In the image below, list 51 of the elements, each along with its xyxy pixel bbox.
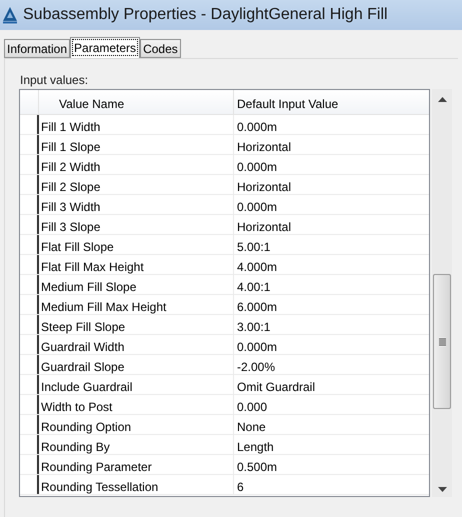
table-cell: Guardrail Slope bbox=[39, 355, 234, 374]
section-label: Input values: bbox=[20, 72, 90, 89]
table-cell[interactable]: Omit Guardrail bbox=[234, 375, 429, 394]
table-cell: Width to Post bbox=[39, 395, 234, 414]
table-cell[interactable]: 0.000m bbox=[234, 155, 429, 174]
column-header[interactable]: Default Input Value bbox=[234, 90, 429, 114]
table-cell: Rounding By bbox=[39, 435, 234, 454]
window-title: Subassembly Properties - DaylightGeneral High Fill bbox=[23, 5, 388, 25]
table-cell[interactable]: Horizontal bbox=[234, 135, 429, 154]
table-cell: Rounding Option bbox=[39, 415, 234, 434]
table-cell[interactable]: 0.000m bbox=[234, 195, 429, 214]
scroll-up-icon[interactable] bbox=[438, 97, 446, 102]
column-header[interactable]: Value Name bbox=[39, 90, 234, 114]
table-cell: Rounding Tessellation bbox=[39, 475, 234, 494]
table-cell: Include Guardrail bbox=[39, 375, 234, 394]
table-cell[interactable]: 0.000m bbox=[234, 115, 429, 134]
scroll-down-icon[interactable] bbox=[438, 487, 446, 492]
table-cell[interactable]: 0.000m bbox=[234, 335, 429, 354]
table-cell[interactable]: 5.00:1 bbox=[234, 235, 429, 254]
table-cell[interactable]: Length bbox=[234, 435, 429, 454]
table-cell: Fill 2 Slope bbox=[39, 175, 234, 194]
table-cell: Medium Fill Max Height bbox=[39, 295, 234, 314]
table-cell: Fill 1 Slope bbox=[39, 135, 234, 154]
table-cell: Guardrail Width bbox=[39, 335, 234, 354]
tab[interactable]: Parameters bbox=[70, 37, 140, 58]
table-cell: Fill 3 Width bbox=[39, 195, 234, 214]
table-cell[interactable]: 4.00:1 bbox=[234, 275, 429, 294]
table-cell: Steep Fill Slope bbox=[39, 315, 234, 334]
table-cell[interactable]: 4.000m bbox=[234, 255, 429, 274]
tab[interactable]: Codes bbox=[140, 39, 181, 58]
table-cell[interactable]: Horizontal bbox=[234, 175, 429, 194]
scroll-thumb[interactable] bbox=[433, 274, 451, 409]
table-cell[interactable]: 0.000 bbox=[234, 395, 429, 414]
table-cell: Rounding Parameter bbox=[39, 455, 234, 474]
table-cell[interactable]: 3.00:1 bbox=[234, 315, 429, 334]
table-cell: Medium Fill Slope bbox=[39, 275, 234, 294]
table-cell[interactable]: 0.500m bbox=[234, 455, 429, 474]
table-cell: Flat Fill Slope bbox=[39, 235, 234, 254]
app-logo-icon bbox=[2, 6, 18, 24]
grip-icon bbox=[438, 338, 446, 346]
table-cell[interactable]: -2.00% bbox=[234, 355, 429, 374]
table-cell: Flat Fill Max Height bbox=[39, 255, 234, 274]
table-cell[interactable]: None bbox=[234, 415, 429, 434]
table-cell: Fill 3 Slope bbox=[39, 215, 234, 234]
table-cell[interactable]: 6.000m bbox=[234, 295, 429, 314]
table-cell[interactable]: 6 bbox=[234, 475, 429, 494]
table-cell[interactable]: Horizontal bbox=[234, 215, 429, 234]
vertical-scrollbar[interactable] bbox=[432, 89, 452, 497]
table-cell: Fill 2 Width bbox=[39, 155, 234, 174]
table-cell: Fill 1 Width bbox=[39, 115, 234, 134]
tab[interactable]: Information bbox=[4, 39, 70, 58]
